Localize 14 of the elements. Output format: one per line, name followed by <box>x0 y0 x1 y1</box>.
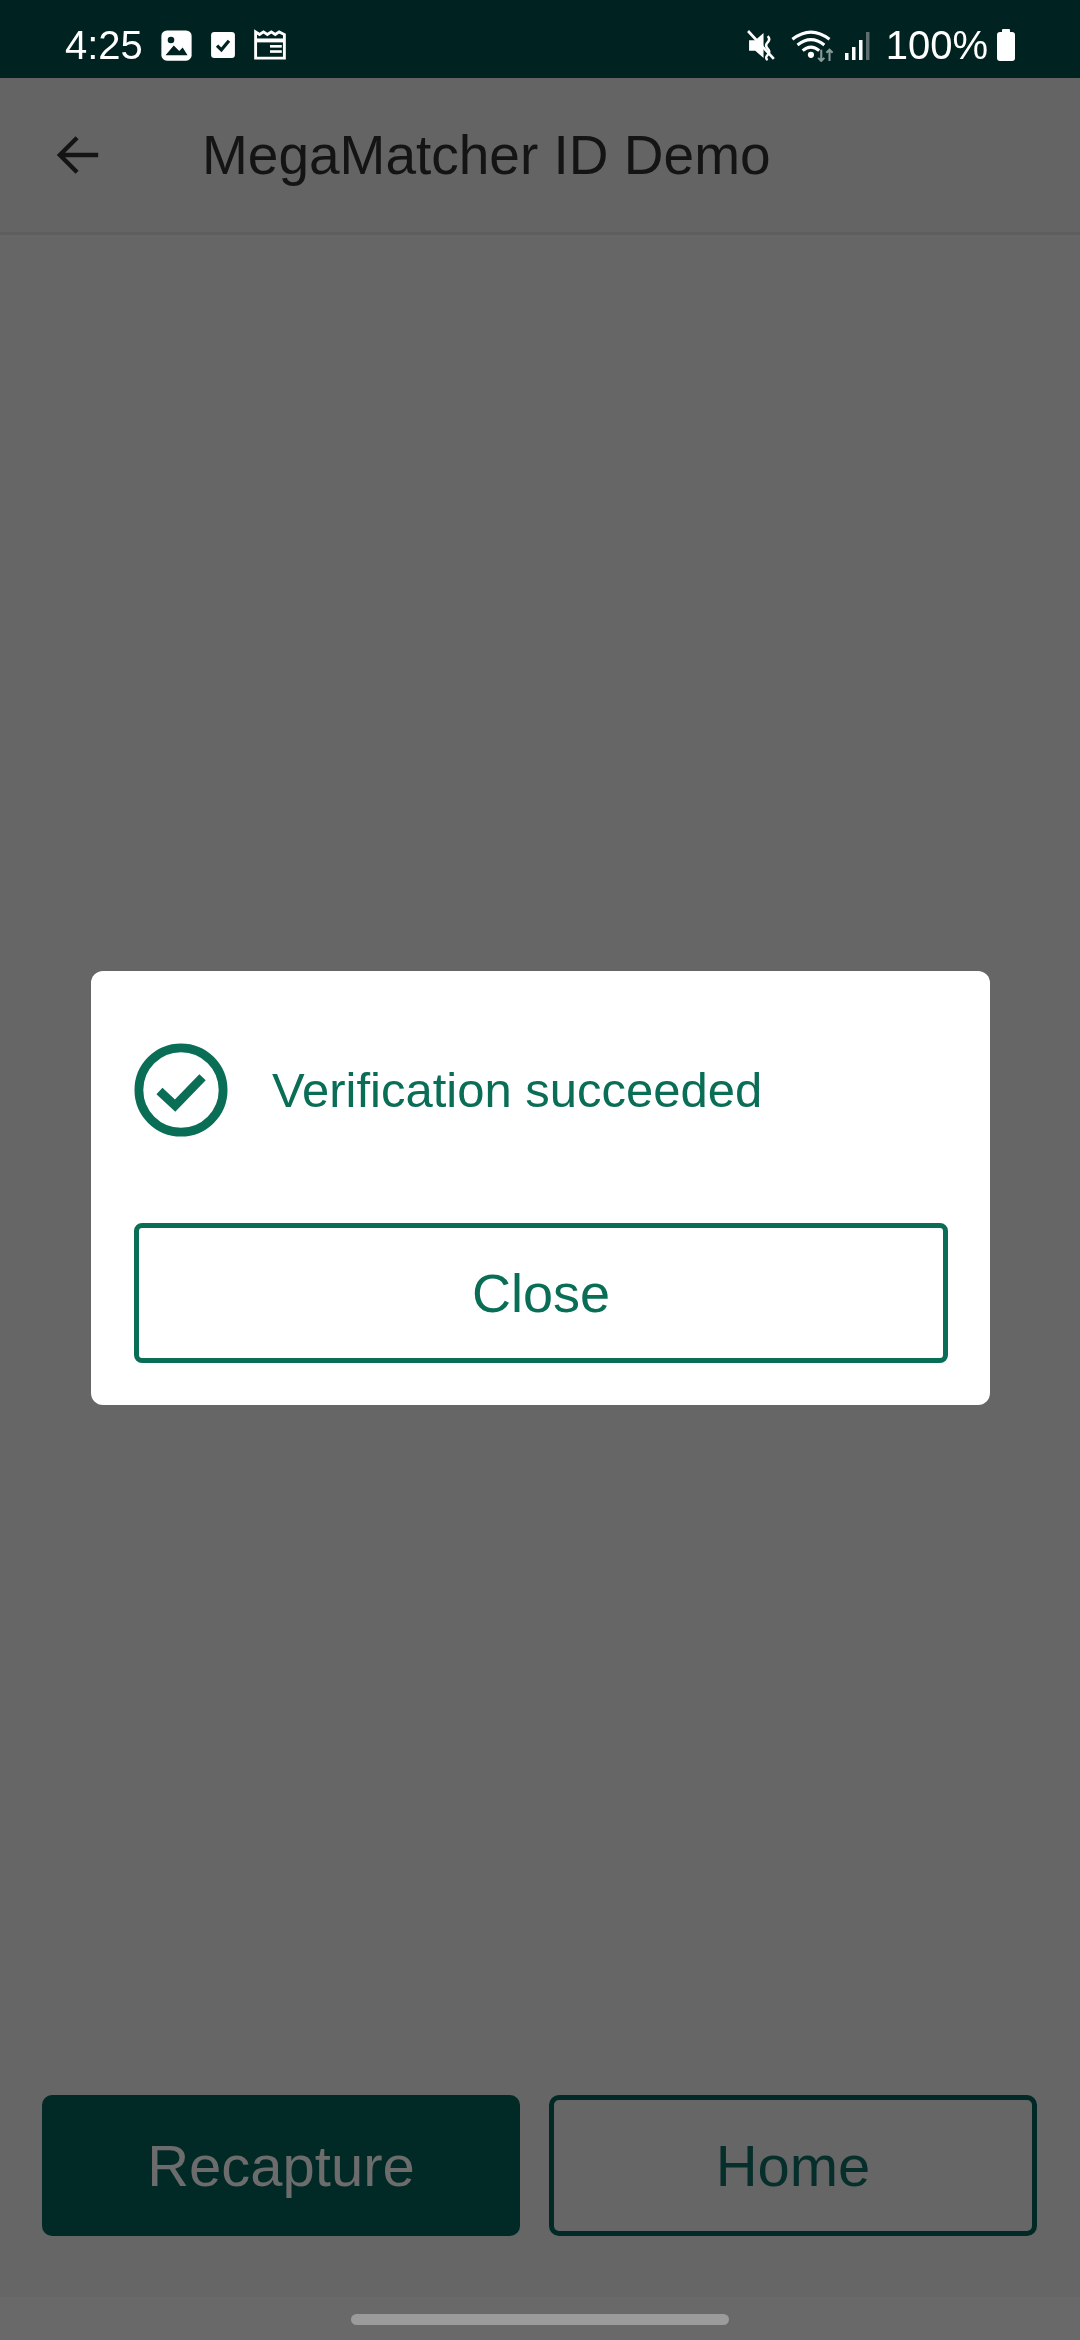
calendar-icon <box>252 29 287 61</box>
image-icon <box>159 28 193 62</box>
close-button[interactable]: Close <box>134 1223 948 1363</box>
battery-percent: 100% <box>885 22 988 68</box>
app-title: MegaMatcher ID Demo <box>202 123 771 187</box>
recapture-button[interactable]: Recapture <box>42 2095 520 2236</box>
signal-icon <box>843 30 872 60</box>
battery-icon <box>996 29 1016 61</box>
home-button[interactable]: Home <box>549 2095 1037 2236</box>
checkbox-icon <box>209 30 236 60</box>
dialog-message: Verification succeeded <box>272 1062 763 1118</box>
check-circle-icon <box>134 1043 228 1137</box>
status-time: 4:25 <box>65 22 143 68</box>
wifi-icon <box>789 28 836 62</box>
